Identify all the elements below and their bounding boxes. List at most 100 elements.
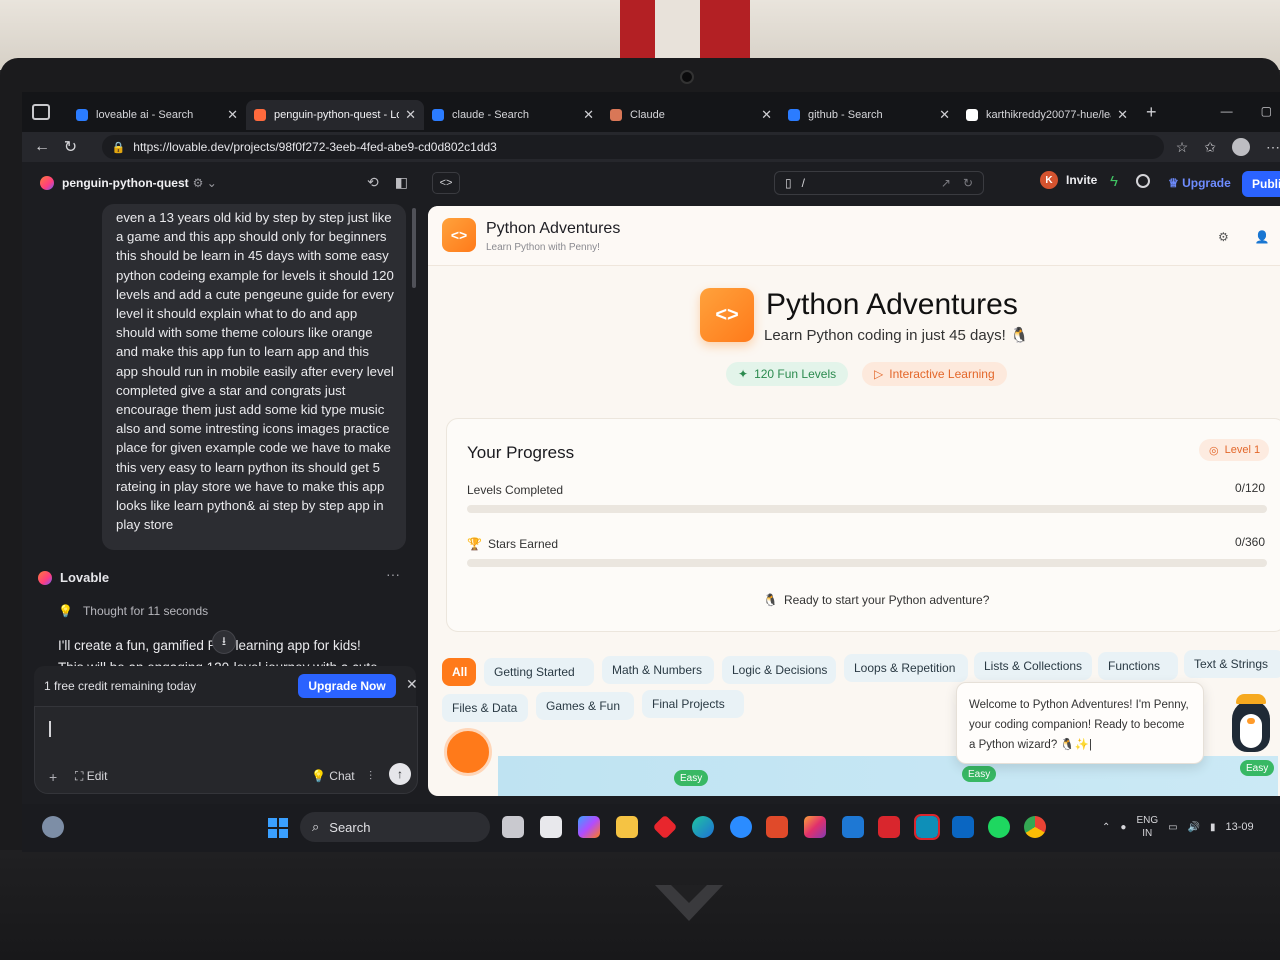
profile-avatar[interactable] <box>1232 138 1250 156</box>
instagram-icon[interactable] <box>804 816 826 838</box>
start-menu-icon[interactable] <box>268 818 288 838</box>
github-icon[interactable] <box>1136 174 1150 188</box>
maximize-icon[interactable]: ▢ <box>1261 104 1272 118</box>
language-indicator[interactable]: ENG IN <box>1136 814 1158 840</box>
more-menu-icon[interactable]: ⋯ <box>1266 139 1280 156</box>
category-tab[interactable]: Lists & Collections <box>974 652 1092 680</box>
category-tab[interactable]: Logic & Decisions <box>722 656 836 684</box>
credit-text: 1 free credit remaining today <box>44 679 197 693</box>
app-icon-red[interactable] <box>652 814 678 840</box>
category-tab[interactable]: Text & Strings <box>1184 650 1280 678</box>
publish-button[interactable]: Publis <box>1242 171 1280 197</box>
settings-gear-icon[interactable]: ⚙ <box>1218 230 1229 244</box>
active-app-icon[interactable] <box>914 814 940 840</box>
message-options-icon[interactable]: ··· <box>386 566 400 582</box>
battery-icon[interactable]: ▮ <box>1210 822 1216 833</box>
category-tab[interactable]: All <box>442 658 476 686</box>
lock-icon: 🔒 <box>111 141 126 154</box>
project-selector[interactable]: penguin-python-quest ⚙ ⌄ <box>40 176 217 190</box>
voice-icon[interactable]: ⫶ <box>369 769 372 784</box>
send-button[interactable]: ↑ <box>389 763 411 785</box>
task-view-icon[interactable] <box>502 816 524 838</box>
tab-close-icon[interactable]: ✕ <box>939 107 950 123</box>
minimize-icon[interactable]: — <box>1221 104 1233 118</box>
thought-indicator[interactable]: 💡 Thought for 11 seconds <box>58 604 208 618</box>
url-bar[interactable]: 🔒 https://lovable.dev/projects/98f0f272-… <box>101 135 1164 159</box>
browser-tab[interactable]: Claude ✕ <box>602 100 780 130</box>
refresh-icon[interactable]: ↻ <box>64 137 94 157</box>
category-tab[interactable]: Getting Started <box>484 658 594 686</box>
category-tab[interactable]: Math & Numbers <box>602 656 714 684</box>
spotify-icon[interactable] <box>988 816 1010 838</box>
help-icon[interactable] <box>730 816 752 838</box>
upgrade-link[interactable]: ♕ Upgrade <box>1168 176 1231 190</box>
linkedin-icon[interactable] <box>952 816 974 838</box>
upgrade-now-button[interactable]: Upgrade Now <box>298 674 396 698</box>
supabase-icon[interactable]: ϟ <box>1110 173 1118 190</box>
chevron-up-icon[interactable]: ⌃ <box>1102 822 1110 833</box>
chat-mode-button[interactable]: 💡 Chat <box>311 769 355 783</box>
taskbar-search[interactable]: ⌕ Search <box>300 812 490 842</box>
weather-widget-icon[interactable] <box>42 816 64 838</box>
favorites-icon[interactable]: ✩ <box>1204 139 1216 156</box>
close-icon[interactable]: ✕ <box>406 676 418 693</box>
volume-icon[interactable]: 🔊 <box>1188 822 1200 833</box>
hero-title: Python Adventures <box>766 288 1018 321</box>
stars-earned-label: 🏆 Stars Earned <box>467 537 558 551</box>
wps-office-icon[interactable] <box>878 816 900 838</box>
browser-tab[interactable]: karthikreddy20077-hue/lea ✕ <box>958 100 1136 130</box>
browser-tab[interactable]: claude - Search ✕ <box>424 100 602 130</box>
category-tab[interactable]: Functions <box>1098 652 1178 680</box>
calendar-app-icon[interactable] <box>540 816 562 838</box>
penny-speech-bubble: Welcome to Python Adventures! I'm Penny,… <box>956 682 1204 764</box>
tab-close-icon[interactable]: ✕ <box>405 107 416 123</box>
chat-scrollbar[interactable] <box>412 208 416 288</box>
browser-tab[interactable]: loveable ai - Search ✕ <box>68 100 246 130</box>
chrome-icon[interactable] <box>1024 816 1046 838</box>
tab-close-icon[interactable]: ✕ <box>1117 107 1128 123</box>
chat-composer[interactable]: + ⛶ Edit 💡 Chat ⫶ ↑ <box>34 706 418 794</box>
user-profile-icon[interactable]: 👤 <box>1255 230 1270 244</box>
display-icon[interactable]: ▭ <box>1168 822 1177 833</box>
tab-favicon-icon <box>966 109 978 121</box>
mcafee-icon[interactable] <box>766 816 788 838</box>
back-arrow-icon[interactable]: ← <box>34 138 64 156</box>
lovable-logo-icon <box>40 176 54 190</box>
tab-close-icon[interactable]: ✕ <box>761 107 772 123</box>
category-tab[interactable]: Games & Fun <box>536 692 634 720</box>
category-tab[interactable]: Final Projects <box>642 690 744 718</box>
tab-close-icon[interactable]: ✕ <box>227 107 238 123</box>
file-explorer-icon[interactable] <box>616 816 638 838</box>
tab-favicon-icon <box>788 109 800 121</box>
thought-text: Thought for 11 seconds <box>82 604 209 618</box>
code-view-toggle[interactable]: <> <box>432 172 460 194</box>
edge-browser-icon[interactable] <box>692 816 714 838</box>
outlook-icon[interactable] <box>842 816 864 838</box>
tab-title: loveable ai - Search <box>96 109 194 121</box>
scroll-down-button[interactable]: ⭳ <box>212 630 236 654</box>
new-tab-icon[interactable]: + <box>1146 102 1157 123</box>
invite-button[interactable]: K Invite <box>1040 171 1097 189</box>
preview-path-bar[interactable]: ▯ / ↗ ↻ <box>774 171 984 195</box>
copilot-icon[interactable] <box>578 816 600 838</box>
edit-button[interactable]: ⛶ Edit <box>75 769 107 784</box>
level-badge: ◎ Level 1 <box>1199 439 1269 461</box>
tab-actions-icon[interactable] <box>32 104 50 120</box>
tab-title: penguin-python-quest - Lov <box>274 109 400 121</box>
browser-tab[interactable]: github - Search ✕ <box>780 100 958 130</box>
tab-favicon-icon <box>76 109 88 121</box>
device-icon[interactable]: ▯ <box>785 176 792 190</box>
penny-penguin-icon[interactable] <box>1228 694 1274 754</box>
history-icon[interactable]: ⟲ <box>367 174 379 191</box>
level-1-node[interactable] <box>444 728 492 776</box>
sidebar-toggle-icon[interactable]: ◧ <box>395 174 408 191</box>
browser-tab[interactable]: penguin-python-quest - Lov ✕ <box>246 100 424 130</box>
add-attachment-icon[interactable]: + <box>49 769 57 785</box>
tray-app-icon[interactable]: ● <box>1120 822 1126 833</box>
category-tab[interactable]: Files & Data <box>442 694 528 722</box>
category-tab[interactable]: Loops & Repetition <box>844 654 968 682</box>
favorite-star-icon[interactable]: ☆ <box>1176 139 1189 156</box>
reload-preview-icon[interactable]: ↻ <box>963 176 973 190</box>
tab-close-icon[interactable]: ✕ <box>583 107 594 123</box>
open-external-icon[interactable]: ↗ <box>941 176 951 190</box>
